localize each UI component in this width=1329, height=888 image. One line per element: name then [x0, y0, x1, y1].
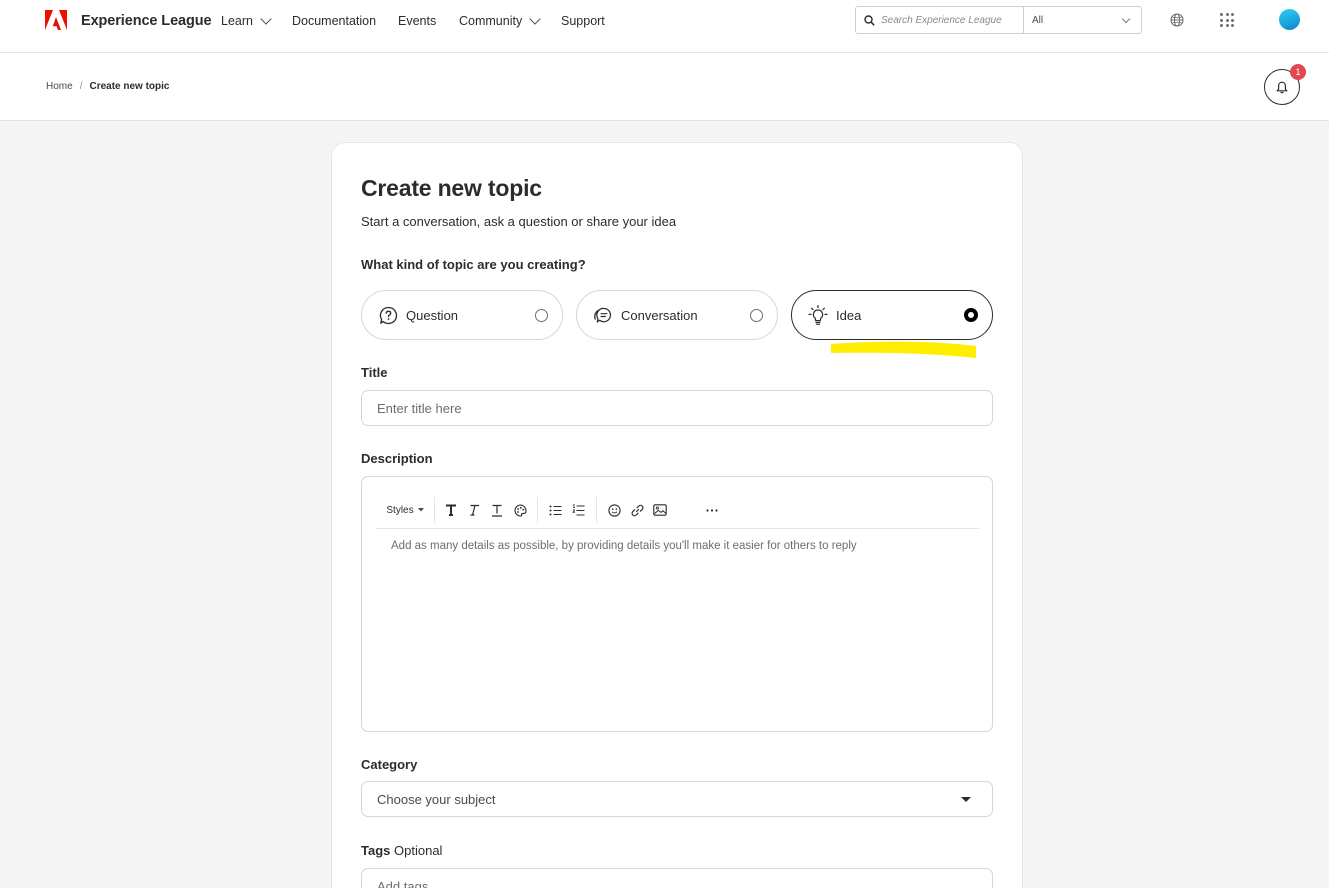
tags-label: Tags Optional: [361, 843, 442, 858]
nav-community-label: Community: [459, 14, 523, 28]
search-scope-select[interactable]: All: [1024, 7, 1141, 33]
nav-support[interactable]: Support: [561, 14, 605, 28]
radio-selected[interactable]: [964, 308, 978, 322]
tags-field: [361, 868, 993, 888]
radio-unselected[interactable]: [535, 309, 548, 322]
toolbar-divider: [434, 497, 435, 523]
top-navigation: Experience League Learn Documentation Ev…: [0, 0, 1329, 53]
emoji-icon[interactable]: [605, 501, 623, 519]
search-icon: [864, 14, 875, 26]
topic-option-idea[interactable]: Idea: [791, 290, 993, 340]
caret-down-icon: [417, 508, 424, 512]
notification-count-badge: 1: [1290, 64, 1306, 80]
breadcrumb-bar: Home / Create new topic 1: [0, 53, 1329, 121]
description-label: Description: [361, 451, 433, 466]
nav-events-label: Events: [398, 14, 437, 28]
description-placeholder: Add as many details as possible, by prov…: [391, 540, 857, 552]
topic-option-label: Question: [406, 307, 459, 323]
bell-icon: [1276, 81, 1288, 93]
breadcrumb-separator: /: [79, 81, 83, 92]
category-label: Category: [361, 757, 418, 772]
category-select[interactable]: Choose your subject: [361, 781, 993, 817]
tags-label-text: Tags: [361, 843, 391, 858]
nav-community[interactable]: Community: [459, 13, 541, 28]
nav-events[interactable]: Events: [398, 14, 436, 28]
search-bar: All: [855, 6, 1142, 34]
create-topic-card: Create new topic Start a conversation, a…: [331, 142, 1023, 888]
topic-option-label: Idea: [836, 307, 862, 323]
numbered-list-icon[interactable]: [569, 501, 587, 519]
globe-icon[interactable]: [1170, 13, 1184, 27]
avatar[interactable]: [1279, 9, 1300, 30]
nav-learn-label: Learn: [221, 14, 253, 28]
styles-label: Styles: [386, 504, 414, 516]
tags-optional-text: Optional: [394, 843, 443, 858]
title-label: Title: [361, 365, 388, 380]
underline-icon[interactable]: [488, 501, 506, 519]
nav-support-label: Support: [561, 14, 605, 28]
chevron-down-icon: [1121, 14, 1131, 23]
editor-toolbar: Styles: [376, 495, 979, 529]
chevron-down-icon: [260, 13, 272, 25]
category-select-value: Choose your subject: [377, 791, 496, 807]
page-title: Create new topic: [361, 175, 542, 201]
bold-icon[interactable]: [442, 501, 460, 519]
breadcrumb: Home / Create new topic: [46, 81, 170, 92]
nav-learn[interactable]: Learn: [221, 13, 272, 28]
brand-name[interactable]: Experience League: [81, 13, 212, 29]
highlighter-mark: [831, 341, 976, 358]
image-icon[interactable]: [651, 501, 669, 519]
breadcrumb-current: Create new topic: [89, 81, 170, 92]
adobe-logo-icon[interactable]: [45, 10, 67, 30]
toolbar-divider: [537, 497, 538, 523]
link-icon[interactable]: [628, 501, 646, 519]
topic-option-question[interactable]: Question: [361, 290, 563, 340]
search-scope-value: All: [1032, 14, 1044, 26]
title-input[interactable]: [377, 400, 967, 416]
radio-unselected[interactable]: [750, 309, 763, 322]
chevron-down-icon: [529, 13, 541, 25]
nav-documentation-label: Documentation: [292, 14, 377, 28]
topic-kind-label: What kind of topic are you creating?: [361, 257, 586, 272]
app-switcher-icon[interactable]: [1220, 13, 1234, 27]
styles-dropdown[interactable]: Styles: [385, 501, 425, 519]
italic-icon[interactable]: [465, 501, 483, 519]
page-subtitle: Start a conversation, ask a question or …: [361, 214, 677, 229]
breadcrumb-home[interactable]: Home: [46, 81, 73, 92]
lightbulb-icon: [808, 304, 828, 325]
description-editor[interactable]: Styles Add as many details as possible, …: [361, 476, 993, 732]
tags-input[interactable]: [377, 878, 967, 888]
bullet-list-icon[interactable]: [546, 501, 564, 519]
conversation-icon: [593, 305, 613, 325]
title-field: [361, 390, 993, 426]
more-options-icon[interactable]: [703, 501, 721, 519]
toolbar-divider: [596, 497, 597, 523]
search-input[interactable]: [881, 14, 1021, 26]
nav-documentation[interactable]: Documentation: [292, 14, 376, 28]
palette-icon[interactable]: [511, 501, 529, 519]
topic-option-label: Conversation: [621, 307, 698, 323]
question-icon: [378, 305, 398, 325]
topic-option-conversation[interactable]: Conversation: [576, 290, 778, 340]
caret-down-icon: [961, 797, 971, 802]
